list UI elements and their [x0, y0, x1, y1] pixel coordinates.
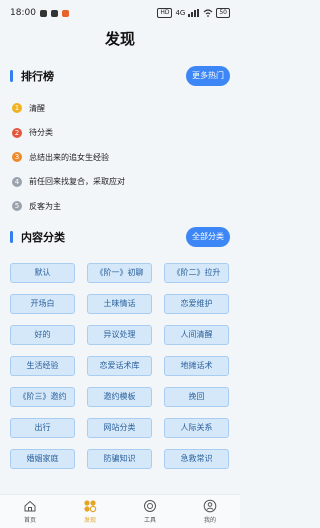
tab-label: 发现 [83, 517, 96, 524]
category-chip[interactable]: 《阶二》拉升 [164, 263, 229, 283]
category-chip[interactable]: 恋爱维护 [164, 294, 229, 314]
category-section-header: 内容分类 全部分类 [10, 227, 230, 247]
profile-icon [203, 499, 217, 513]
bottom-tab-bar: 首页 发现 工具 我的 [0, 494, 240, 528]
rank-number-badge: 4 [12, 176, 22, 187]
category-chip[interactable]: 网站分类 [87, 418, 152, 438]
accent-bar [10, 70, 13, 82]
category-chip[interactable]: 急救常识 [164, 449, 229, 469]
ranking-item[interactable]: 4 前任回来找复合，采取应对 [12, 170, 228, 195]
ranking-section-header: 排行榜 更多热门 [10, 66, 230, 86]
ranking-item-label: 总结出来的追女生经验 [29, 152, 109, 162]
tab-label: 首页 [23, 517, 36, 524]
accent-bar [10, 231, 13, 243]
all-categories-button[interactable]: 全部分类 [186, 227, 230, 247]
chat-icon [39, 9, 47, 17]
category-chip[interactable]: 开场白 [10, 294, 75, 314]
ranking-item-label: 前任回来找复合，采取应对 [29, 177, 125, 187]
category-chip[interactable]: 生活经验 [10, 356, 75, 376]
category-chip[interactable]: 人际关系 [164, 418, 229, 438]
category-chip[interactable]: 邀约模板 [87, 387, 152, 407]
category-chip[interactable]: 土味情话 [87, 294, 152, 314]
signal-icon [188, 9, 200, 17]
app-icon [61, 9, 69, 17]
category-chip[interactable]: 防骗知识 [87, 449, 152, 469]
category-grid: 默认 《阶一》初聊 《阶二》拉升开场白 土味情话 恋爱维护好的 异议处理 人间清醒生活经验恋… [10, 263, 230, 469]
ranking-item[interactable]: 3 总结出来的追女生经验 [12, 145, 228, 170]
category-chip[interactable]: 人间清醒 [164, 325, 229, 345]
tab-label: 工具 [143, 517, 156, 524]
rank-number-badge: 3 [12, 152, 22, 163]
ranking-item[interactable]: 2 待分类 [12, 121, 228, 146]
ranking-item[interactable]: 1 清醒 [12, 96, 228, 121]
status-bar: 18:00 HD 4G 50 [0, 0, 240, 26]
ranking-item[interactable]: 5 反客为主 [12, 194, 228, 219]
discover-icon [84, 500, 97, 513]
category-title: 内容分类 [21, 231, 65, 244]
tab-discover[interactable]: 发现 [60, 495, 120, 528]
tools-icon [144, 500, 156, 512]
tab-home[interactable]: 首页 [0, 495, 60, 528]
category-chip[interactable]: 《阶一》初聊 [87, 263, 152, 283]
hd-icon: HD [157, 8, 173, 18]
ranking-item-label: 清醒 [29, 103, 45, 113]
category-chip[interactable]: 默认 [10, 263, 75, 283]
category-chip[interactable]: 好的 [10, 325, 75, 345]
ranking-list: 1 清醒 2 待分类 3 总结出来的追女生经验 4 前任回来找复合，采取应对 5 反客为主 [12, 96, 228, 219]
category-chip[interactable]: 出行 [10, 418, 75, 438]
rank-number-badge: 1 [12, 103, 22, 114]
ranking-title: 排行榜 [21, 70, 54, 83]
notification-icon [50, 9, 58, 17]
tab-label: 我的 [203, 517, 216, 524]
rank-number-badge: 5 [12, 201, 22, 212]
category-chip[interactable]: 婚姻家庭 [10, 449, 75, 469]
battery-indicator: 50 [216, 8, 230, 18]
rank-number-badge: 2 [12, 127, 22, 138]
category-chip[interactable]: 《阶三》邀约 [10, 387, 75, 407]
wifi-icon [203, 9, 213, 17]
category-chip[interactable]: 挽回 [164, 387, 229, 407]
ranking-item-label: 反客为主 [29, 201, 61, 211]
page-title: 发现 [104, 30, 135, 48]
network-label: 4G [175, 9, 186, 17]
tab-profile[interactable]: 我的 [180, 495, 240, 528]
status-time: 18:00 [10, 8, 36, 18]
category-chip[interactable]: 异议处理 [87, 325, 152, 345]
category-chip[interactable]: 地摊话术 [164, 356, 229, 376]
more-hot-button[interactable]: 更多热门 [186, 66, 230, 86]
home-icon [24, 500, 36, 512]
ranking-item-label: 待分类 [29, 128, 53, 138]
category-chip[interactable]: 恋爱话术库 [87, 356, 152, 376]
tab-tools[interactable]: 工具 [120, 495, 180, 528]
